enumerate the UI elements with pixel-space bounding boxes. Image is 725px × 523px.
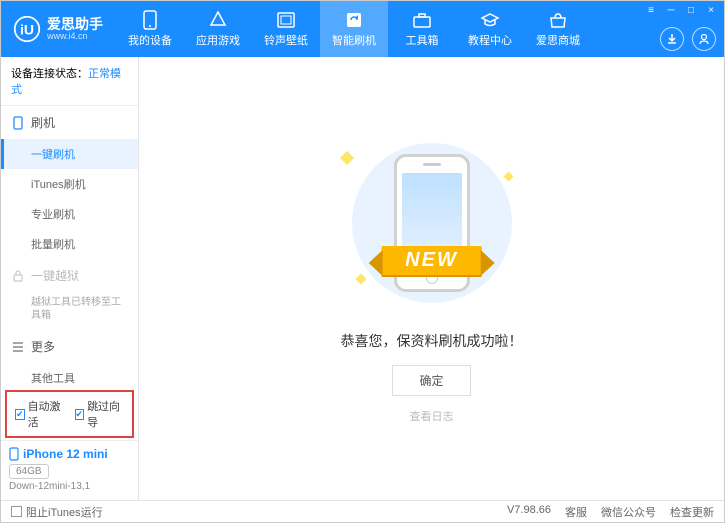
new-ribbon: NEW xyxy=(381,246,482,275)
download-icon[interactable] xyxy=(660,27,684,51)
jailbreak-note: 越狱工具已转移至工具箱 xyxy=(1,292,138,330)
device-storage: 64GB xyxy=(9,464,49,479)
view-log-link[interactable]: 查看日志 xyxy=(410,408,454,424)
app-subtitle: www.i4.cn xyxy=(47,32,103,41)
logo-area: iU 爱思助手 www.i4.cn xyxy=(1,15,116,43)
unchecked-icon xyxy=(11,506,22,517)
main-content: NEW 恭喜您，保资料刷机成功啦！ 确定 查看日志 xyxy=(139,57,724,500)
version-label: V7.98.66 xyxy=(507,504,551,520)
phone-small-icon xyxy=(11,116,25,130)
menu-itunes-flash[interactable]: iTunes刷机 xyxy=(1,169,138,199)
nav-store[interactable]: 爱思商城 xyxy=(524,1,592,57)
window-controls: ≡ ─ □ × xyxy=(642,3,720,17)
phone-icon xyxy=(140,10,160,30)
menu-section-jailbreak[interactable]: 一键越狱 xyxy=(1,259,138,292)
success-illustration: NEW xyxy=(322,133,542,313)
phone-tiny-icon xyxy=(9,447,19,461)
nav-tutorials[interactable]: 教程中心 xyxy=(456,1,524,57)
footer: 阻止iTunes运行 V7.98.66 客服 微信公众号 检查更新 xyxy=(1,500,724,522)
window-menu-button[interactable]: ≡ xyxy=(642,3,660,17)
header-action-icons xyxy=(660,27,716,51)
device-firmware: Down-12mini-13,1 xyxy=(9,481,130,492)
support-link[interactable]: 客服 xyxy=(565,504,587,520)
menu-one-click-flash[interactable]: 一键刷机 xyxy=(1,139,138,169)
device-info: iPhone 12 mini 64GB Down-12mini-13,1 xyxy=(1,440,138,500)
device-name-row[interactable]: iPhone 12 mini xyxy=(9,447,130,461)
menu-other-tools[interactable]: 其他工具 xyxy=(1,363,138,388)
menu-section-more[interactable]: 更多 xyxy=(1,330,138,363)
app-title: 爱思助手 xyxy=(47,17,103,32)
graduation-icon xyxy=(480,10,500,30)
window-maximize-button[interactable]: □ xyxy=(682,3,700,17)
sidebar-menu: 刷机 一键刷机 iTunes刷机 专业刷机 批量刷机 一键越狱 越狱工具已转移至… xyxy=(1,106,138,388)
window-minimize-button[interactable]: ─ xyxy=(662,3,680,17)
success-message: 恭喜您，保资料刷机成功啦！ xyxy=(341,331,523,351)
lock-icon xyxy=(11,269,25,283)
flash-options-box: ✔自动激活 ✔跳过向导 xyxy=(5,390,134,438)
list-icon xyxy=(11,340,25,354)
checkbox-block-itunes[interactable]: 阻止iTunes运行 xyxy=(11,504,103,520)
nav-smart-flash[interactable]: 智能刷机 xyxy=(320,1,388,57)
toolbox-icon xyxy=(412,10,432,30)
check-update-link[interactable]: 检查更新 xyxy=(670,504,714,520)
apps-icon xyxy=(208,10,228,30)
menu-pro-flash[interactable]: 专业刷机 xyxy=(1,199,138,229)
nav-apps-games[interactable]: 应用游戏 xyxy=(184,1,252,57)
menu-batch-flash[interactable]: 批量刷机 xyxy=(1,229,138,259)
sidebar: 设备连接状态：正常模式 刷机 一键刷机 iTunes刷机 专业刷机 批量刷机 一… xyxy=(1,57,139,500)
window-close-button[interactable]: × xyxy=(702,3,720,17)
user-icon[interactable] xyxy=(692,27,716,51)
flash-icon xyxy=(344,10,364,30)
device-status: 设备连接状态：正常模式 xyxy=(1,57,138,106)
checkbox-skip-guide[interactable]: ✔跳过向导 xyxy=(75,398,125,430)
nav-my-device[interactable]: 我的设备 xyxy=(116,1,184,57)
check-icon: ✔ xyxy=(75,409,85,420)
wallpaper-icon xyxy=(276,10,296,30)
app-header: iU 爱思助手 www.i4.cn 我的设备 应用游戏 铃声壁纸 智能刷机 工具… xyxy=(1,1,724,57)
svg-text:iU: iU xyxy=(20,21,34,37)
nav-toolbox[interactable]: 工具箱 xyxy=(388,1,456,57)
app-logo-icon: iU xyxy=(13,15,41,43)
nav-ringtone-wallpaper[interactable]: 铃声壁纸 xyxy=(252,1,320,57)
checkbox-auto-activate[interactable]: ✔自动激活 xyxy=(15,398,65,430)
menu-section-flash[interactable]: 刷机 xyxy=(1,106,138,139)
wechat-link[interactable]: 微信公众号 xyxy=(601,504,656,520)
check-icon: ✔ xyxy=(15,409,25,420)
store-icon xyxy=(548,10,568,30)
ok-button[interactable]: 确定 xyxy=(392,365,470,396)
main-nav: 我的设备 应用游戏 铃声壁纸 智能刷机 工具箱 教程中心 爱思商城 xyxy=(116,1,592,57)
